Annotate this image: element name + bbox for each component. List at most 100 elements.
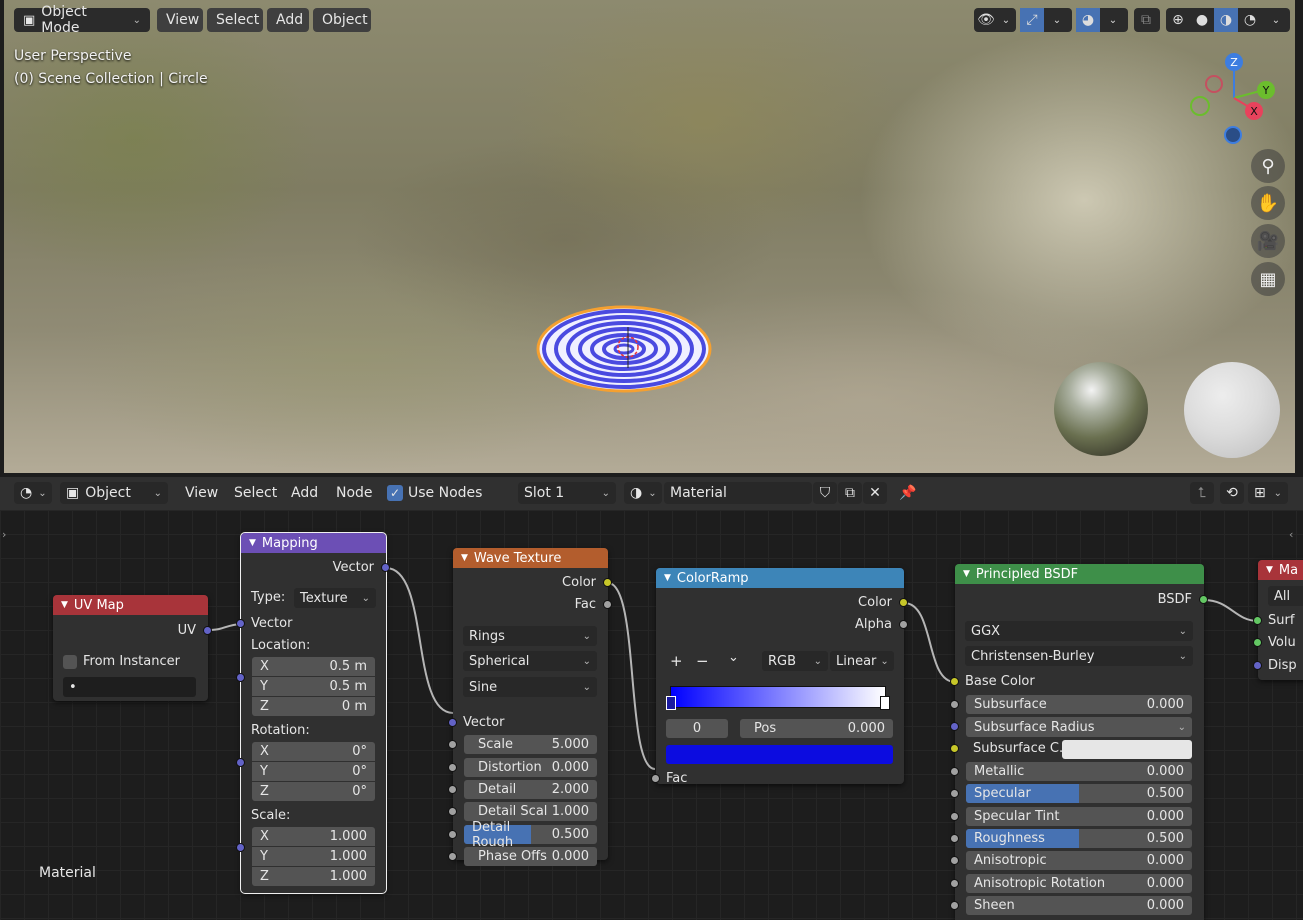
pin-icon[interactable]: 📌	[898, 482, 918, 504]
subsurface-field[interactable]: Subsurface 0.000	[966, 695, 1192, 714]
wave-texture-node[interactable]: ▼ Wave Texture Color Fac Rings ⌄ Spherica…	[448, 548, 612, 866]
fake-user-shield-icon[interactable]: ⛉	[813, 482, 837, 504]
wave-distortion-socket[interactable]	[448, 763, 457, 772]
node-menu-view[interactable]: View	[185, 482, 218, 504]
ramp-stop-right[interactable]	[880, 696, 890, 710]
subsurface-color-swatch[interactable]	[1062, 740, 1192, 759]
sidebar-toggle-arrow-icon[interactable]: ‹	[1289, 528, 1293, 541]
color-ramp-node[interactable]: ▼ ColorRamp Color Alpha + − ⌄ RGB ⌄ Linea…	[651, 568, 908, 786]
anisotropic-rotation-socket[interactable]	[950, 879, 959, 888]
uv-map-node[interactable]: ▼ UV Map UV From Instancer •	[53, 595, 212, 701]
wave-detail-roughness-socket[interactable]	[448, 830, 457, 839]
sheen-socket[interactable]	[950, 901, 959, 910]
overlays-toggle[interactable]: ◕ ⌄	[1076, 8, 1128, 32]
chevron-down-icon[interactable]: ⌄	[1262, 8, 1290, 32]
wave-texture-node-header[interactable]: ▼ Wave Texture	[453, 548, 608, 568]
location-z-field[interactable]: Z 0 m	[252, 697, 375, 716]
principled-bsdf-node-header[interactable]: ▼ Principled BSDF	[955, 564, 1204, 584]
ramp-alpha-output-socket[interactable]	[899, 620, 908, 629]
shading-group[interactable]: ⊕ ● ◑ ◔ ⌄	[1166, 8, 1290, 32]
wave-type-dropdown[interactable]: Rings ⌄	[463, 626, 597, 646]
xray-toggle[interactable]: ⧉	[1134, 8, 1160, 32]
wave-color-output-socket[interactable]	[603, 578, 612, 587]
add-stop-button[interactable]: +	[670, 652, 683, 670]
mapping-scale-socket[interactable]	[236, 843, 245, 852]
ramp-fac-input-socket[interactable]	[651, 774, 660, 783]
location-x-field[interactable]: X 0.5 m	[252, 657, 375, 676]
wave-detail-field[interactable]: Detail 2.000	[464, 780, 597, 799]
subsurface-socket[interactable]	[950, 700, 959, 709]
scale-x-field[interactable]: X 1.000	[252, 827, 375, 846]
sheen-field[interactable]: Sheen 0.000	[966, 896, 1192, 915]
bsdf-output-socket[interactable]	[1199, 595, 1208, 604]
shader-type-dropdown[interactable]: ▣ Object ⌄	[60, 482, 168, 504]
subsurface-method-dropdown[interactable]: Christensen-Burley ⌄	[965, 646, 1193, 666]
mode-dropdown[interactable]: ▣ Object Mode ⌄	[14, 4, 150, 36]
node-editor-canvas[interactable]: ▼ UV Map UV From Instancer • ▼ Mapping V…	[0, 510, 1303, 920]
mapping-node-header[interactable]: ▼ Mapping	[241, 533, 386, 553]
viewport-menu-view[interactable]: View	[157, 8, 203, 32]
uv-map-name-field[interactable]: •	[63, 677, 196, 697]
slot-dropdown[interactable]: Slot 1 ⌄	[518, 482, 616, 504]
mapping-location-socket[interactable]	[236, 673, 245, 682]
wave-detail-scale-field[interactable]: Detail Scal 1.000	[464, 802, 597, 821]
parent-node-tree-icon[interactable]: ⮤	[1190, 482, 1214, 504]
principled-bsdf-node[interactable]: ▼ Principled BSDF BSDF GGX ⌄ Christensen-…	[950, 564, 1208, 920]
rotation-z-field[interactable]: Z 0°	[252, 782, 375, 801]
wave-distortion-field[interactable]: Distortion 0.000	[464, 758, 597, 777]
rendered-shading-icon[interactable]: ◔	[1238, 8, 1262, 32]
mapping-output-socket[interactable]	[381, 563, 390, 572]
subsurface-color-socket[interactable]	[950, 744, 959, 753]
checkbox-unchecked-icon[interactable]	[63, 654, 77, 669]
metallic-socket[interactable]	[950, 767, 959, 776]
specular-tint-socket[interactable]	[950, 812, 959, 821]
circle-object[interactable]	[534, 302, 724, 398]
collapse-triangle-icon[interactable]: ▼	[963, 569, 970, 579]
from-instancer-checkbox[interactable]: From Instancer	[63, 654, 180, 669]
use-nodes-toggle[interactable]: ✓ Use Nodes	[387, 482, 482, 504]
wave-vector-input-socket[interactable]	[448, 718, 457, 727]
anisotropic-field[interactable]: Anisotropic 0.000	[966, 851, 1192, 870]
wave-detail-roughness-field[interactable]: Detail Rough 0.500	[464, 820, 597, 850]
subsurface-radius-socket[interactable]	[950, 722, 959, 731]
zoom-icon[interactable]: ⚲	[1251, 149, 1285, 183]
unlink-close-icon[interactable]: ✕	[863, 482, 887, 504]
wireframe-shading-icon[interactable]: ⊕	[1166, 8, 1190, 32]
mapping-node[interactable]: ▼ Mapping Vector Type: Texture ⌄ Vector L…	[236, 532, 390, 894]
editor-type-dropdown[interactable]: ◔ ⌄	[14, 482, 52, 504]
visibility-dropdown[interactable]: 👁 ⌄	[974, 8, 1016, 32]
surface-input-socket[interactable]	[1253, 616, 1262, 625]
camera-icon[interactable]: 🎥	[1251, 224, 1285, 258]
material-name-field[interactable]: Material	[664, 482, 812, 504]
collapse-triangle-icon[interactable]: ▼	[461, 553, 468, 563]
3d-viewport[interactable]: ▣ Object Mode ⌄ View Select Add Object 👁…	[4, 0, 1295, 473]
viewport-menu-object[interactable]: Object	[313, 8, 371, 32]
collapse-triangle-icon[interactable]: ▼	[61, 600, 68, 610]
ramp-stop-left[interactable]	[666, 696, 676, 710]
volume-input-socket[interactable]	[1253, 638, 1262, 647]
specular-field[interactable]: Specular 0.500	[966, 784, 1192, 803]
wave-detail-socket[interactable]	[448, 785, 457, 794]
material-browse-button[interactable]: ◑ ⌄	[624, 482, 662, 504]
material-output-node[interactable]: ▼ Ma All Surf Volu Disp	[1253, 560, 1303, 680]
viewport-menu-add[interactable]: Add	[267, 8, 309, 32]
collapse-triangle-icon[interactable]: ▼	[664, 573, 671, 583]
rotation-y-field[interactable]: Y 0°	[252, 762, 375, 781]
wave-direction-dropdown[interactable]: Spherical ⌄	[463, 651, 597, 671]
grid-icon[interactable]: ▦	[1251, 262, 1285, 296]
specular-socket[interactable]	[950, 789, 959, 798]
wave-phase-offset-field[interactable]: Phase Offs 0.000	[464, 847, 597, 866]
mapping-type-dropdown[interactable]: Texture ⌄	[294, 588, 376, 608]
node-menu-node[interactable]: Node	[336, 482, 373, 504]
duplicate-material-icon[interactable]: ⧉	[838, 482, 862, 504]
wave-fac-output-socket[interactable]	[603, 600, 612, 609]
solid-shading-icon[interactable]: ●	[1190, 8, 1214, 32]
location-y-field[interactable]: Y 0.5 m	[252, 677, 375, 696]
metallic-field[interactable]: Metallic 0.000	[966, 762, 1192, 781]
color-ramp-node-header[interactable]: ▼ ColorRamp	[656, 568, 904, 588]
output-target-dropdown[interactable]: All	[1268, 586, 1303, 606]
ramp-active-index-field[interactable]: 0	[666, 719, 728, 738]
wave-phase-offset-socket[interactable]	[448, 852, 457, 861]
snap-mode-dropdown[interactable]: ⊞ ⌄	[1248, 482, 1288, 504]
collapse-triangle-icon[interactable]: ▼	[1266, 565, 1273, 575]
